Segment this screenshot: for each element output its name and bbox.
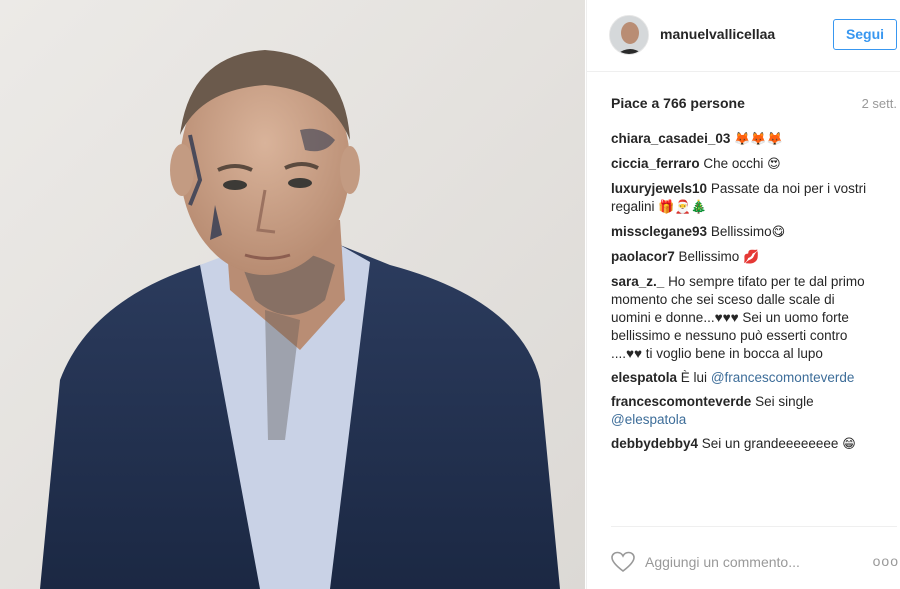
comment-username[interactable]: debbydebby4 bbox=[611, 436, 698, 451]
comment-username[interactable]: missclegane93 bbox=[611, 224, 707, 239]
comment-emoji: 😁 bbox=[842, 437, 856, 452]
comments-list: chiara_casadei_03 🦊🦊🦊 ciccia_ferraro Che… bbox=[611, 130, 871, 460]
comment: ciccia_ferraro Che occhi 😍 bbox=[611, 155, 871, 174]
comment-emoji: 😋 bbox=[771, 225, 786, 240]
author-username[interactable]: manuelvallicellaa bbox=[660, 26, 775, 42]
comment: debbydebby4 Sei un grandeeeeeeee 😁 bbox=[611, 435, 871, 454]
comment: luxuryjewels10 Passate da noi per i vost… bbox=[611, 180, 871, 217]
comment-username[interactable]: sara_z._ bbox=[611, 274, 664, 289]
comment-footer: ooo bbox=[611, 526, 899, 589]
portrait-image bbox=[0, 0, 585, 589]
comment-emoji: 🦊🦊🦊 bbox=[734, 132, 783, 147]
comment-emoji: 💋 bbox=[743, 250, 760, 265]
comment-username[interactable]: francescomonteverde bbox=[611, 394, 751, 409]
follow-button[interactable]: Segui bbox=[833, 19, 897, 50]
avatar-image bbox=[610, 16, 648, 54]
comment-text: Bellissimo bbox=[710, 224, 772, 239]
post-age[interactable]: 2 sett. bbox=[862, 96, 897, 111]
comment-emoji: 🎁🎅🎄 bbox=[658, 200, 707, 215]
comment-text: Sei single bbox=[755, 394, 814, 409]
comment-mention[interactable]: @elespatola bbox=[611, 412, 686, 427]
heart-icon[interactable] bbox=[611, 551, 635, 573]
comment-text: Che occhi bbox=[703, 156, 764, 171]
comment: paolacor7 Bellissimo 💋 bbox=[611, 248, 871, 267]
avatar[interactable] bbox=[609, 15, 649, 55]
comment-text: È lui bbox=[680, 370, 708, 385]
comment-username[interactable]: paolacor7 bbox=[611, 249, 675, 264]
likes-count[interactable]: Piace a 766 persone bbox=[611, 95, 745, 111]
add-comment-input[interactable] bbox=[645, 551, 865, 573]
comment-text: Sei un grandeeeeeeee bbox=[701, 436, 839, 451]
comment-username[interactable]: luxuryjewels10 bbox=[611, 181, 707, 196]
comment-text: Bellissimo bbox=[678, 249, 740, 264]
post-details-panel: manuelvallicellaa Segui Piace a 766 pers… bbox=[586, 0, 900, 589]
comment-emoji: 😍 bbox=[767, 157, 781, 172]
comment: sara_z._ Ho sempre tifato per te dal pri… bbox=[611, 273, 871, 363]
more-options-icon[interactable]: ooo bbox=[873, 553, 899, 569]
post-photo[interactable] bbox=[0, 0, 585, 589]
comment-mention[interactable]: @francescomonteverde bbox=[711, 370, 855, 385]
comment: chiara_casadei_03 🦊🦊🦊 bbox=[611, 130, 871, 149]
comment-username[interactable]: chiara_casadei_03 bbox=[611, 131, 730, 146]
comment-username[interactable]: ciccia_ferraro bbox=[611, 156, 700, 171]
comment: elespatola È lui @francescomonteverde bbox=[611, 369, 871, 387]
comment-username[interactable]: elespatola bbox=[611, 370, 677, 385]
comment: francescomonteverde Sei single @elespato… bbox=[611, 393, 871, 429]
post-meta: Piace a 766 persone 2 sett. bbox=[611, 95, 897, 115]
post-header: manuelvallicellaa Segui bbox=[587, 0, 900, 72]
comment: missclegane93 Bellissimo😋 bbox=[611, 223, 871, 242]
